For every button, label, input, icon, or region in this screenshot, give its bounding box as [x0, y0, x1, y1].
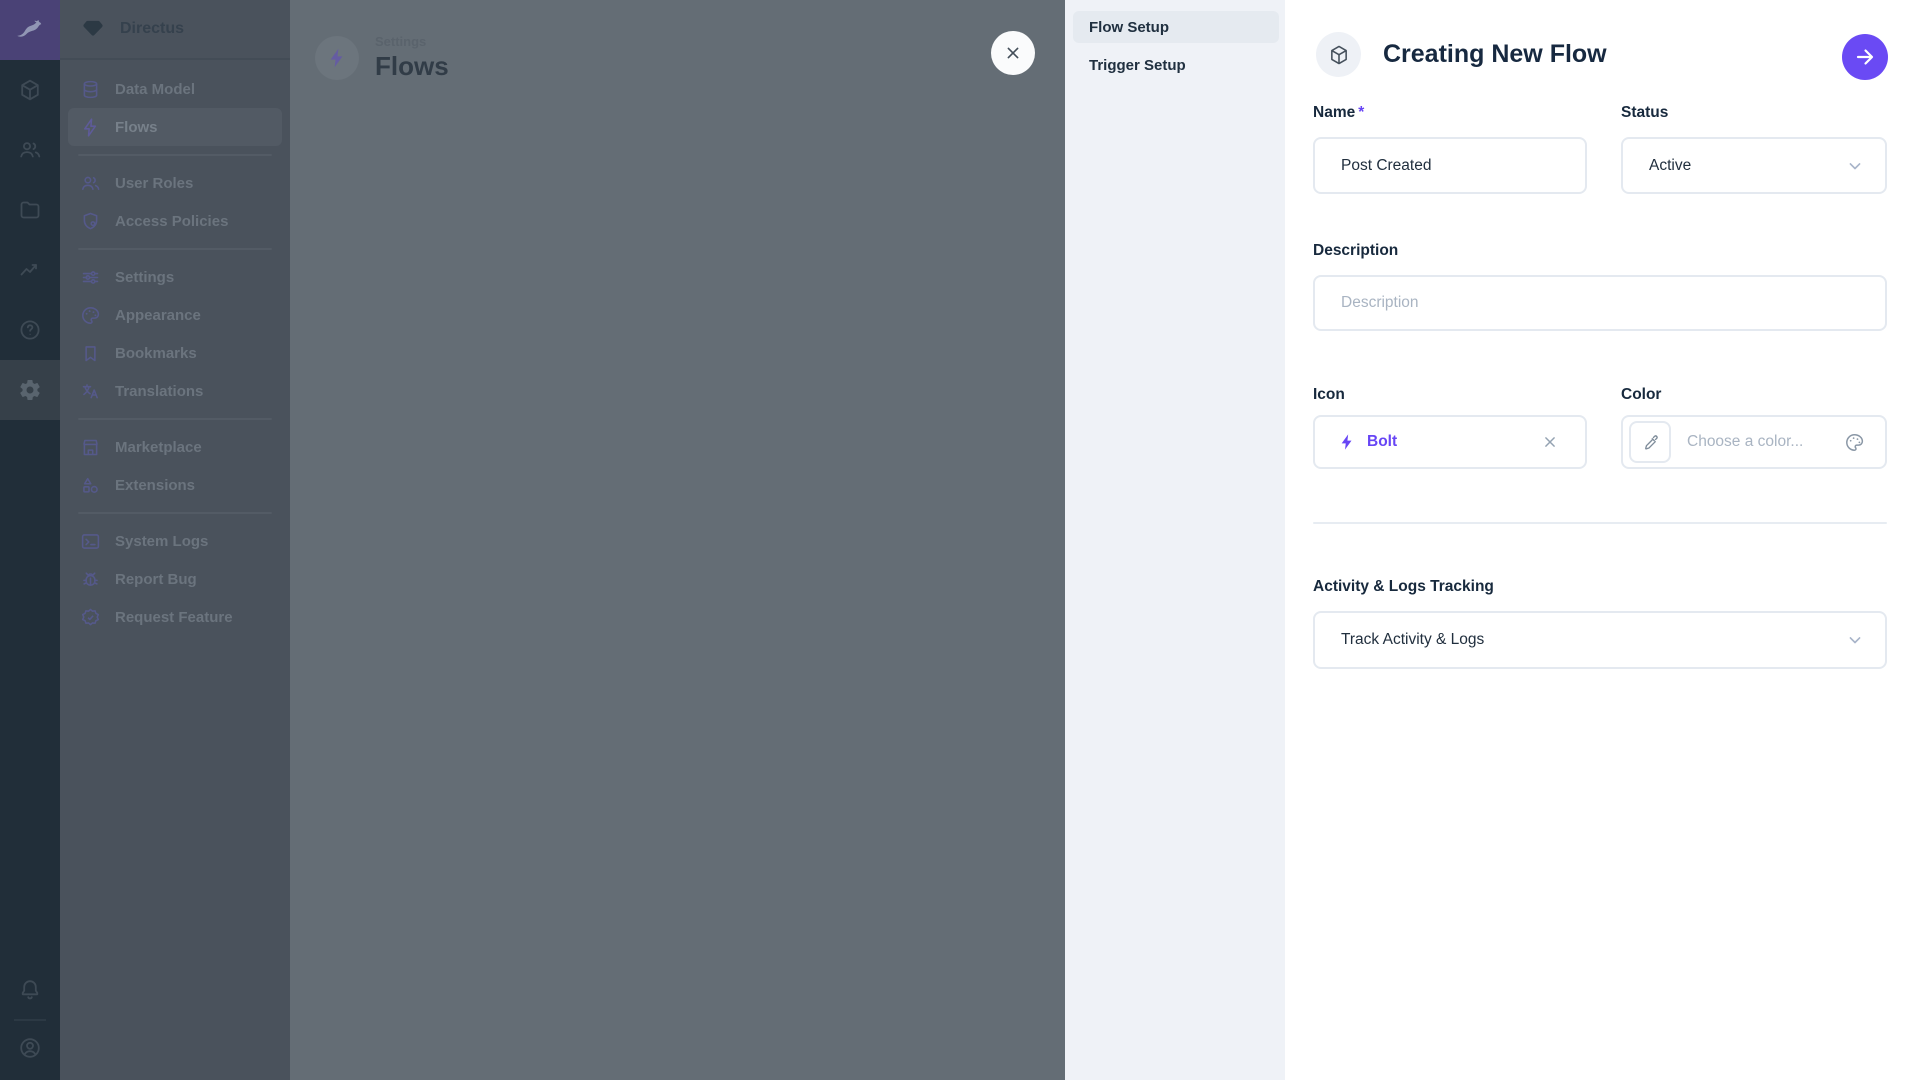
- icon-label: Icon: [1313, 386, 1587, 408]
- sidebar-item-marketplace[interactable]: Marketplace: [68, 428, 282, 466]
- directus-rabbit-logo-icon[interactable]: [0, 0, 60, 60]
- description-label: Description: [1313, 242, 1887, 264]
- sidebar-item-label: Request Feature: [115, 609, 233, 626]
- sidebar-item-label: Bookmarks: [115, 345, 197, 362]
- shapes-icon: [80, 475, 101, 496]
- nav-sidebar: Directus Data Model Flows User Roles Acc…: [60, 0, 290, 1080]
- terminal-icon: [80, 531, 101, 552]
- palette-icon[interactable]: [1844, 432, 1865, 453]
- chevron-down-icon: [1845, 630, 1865, 650]
- insights-icon[interactable]: [6, 246, 54, 294]
- translate-icon: [80, 381, 101, 402]
- sidebar-item-label: Appearance: [115, 307, 201, 324]
- sidebar-item-label: Marketplace: [115, 439, 202, 456]
- icon-value: Bolt: [1367, 433, 1397, 451]
- tracking-value: Track Activity & Logs: [1341, 631, 1484, 649]
- status-value: Active: [1649, 157, 1691, 175]
- breadcrumb[interactable]: Settings: [375, 34, 449, 49]
- sidebar-item-bookmarks[interactable]: Bookmarks: [68, 334, 282, 372]
- sidebar-item-label: Settings: [115, 269, 174, 286]
- help-icon[interactable]: [6, 306, 54, 354]
- status-select[interactable]: Active: [1621, 137, 1887, 194]
- sidebar-item-access-policies[interactable]: Access Policies: [68, 202, 282, 240]
- rail-divider: [14, 1019, 46, 1021]
- project-name: Directus: [120, 20, 184, 38]
- sidebar-item-flows[interactable]: Flows: [68, 108, 282, 146]
- tracking-label: Activity & Logs Tracking: [1313, 578, 1887, 600]
- shield-icon: [80, 211, 101, 232]
- sidebar-item-data-model[interactable]: Data Model: [68, 70, 282, 108]
- color-swatch-button[interactable]: [1629, 421, 1671, 463]
- page-title: Flows: [375, 51, 449, 82]
- sidebar-item-label: Report Bug: [115, 571, 197, 588]
- people-icon: [80, 173, 101, 194]
- page-header: Settings Flows: [315, 34, 449, 82]
- color-input[interactable]: Choose a color...: [1621, 415, 1887, 469]
- icon-select[interactable]: Bolt: [1313, 415, 1587, 469]
- color-label: Color: [1621, 386, 1887, 408]
- folder-icon[interactable]: [6, 186, 54, 234]
- sidebar-nav: Data Model Flows User Roles Access Polic…: [60, 60, 290, 636]
- description-input[interactable]: [1315, 277, 1885, 329]
- eyedropper-icon: [1641, 433, 1660, 452]
- flow-setup-form: Name* Status Active Description: [1313, 0, 1887, 669]
- sidebar-item-report-bug[interactable]: Report Bug: [68, 560, 282, 598]
- sidebar-item-label: Data Model: [115, 81, 195, 98]
- bookmark-icon: [80, 343, 101, 364]
- storefront-icon: [80, 437, 101, 458]
- sidebar-item-extensions[interactable]: Extensions: [68, 466, 282, 504]
- bolt-icon: [80, 117, 101, 138]
- bell-icon[interactable]: [6, 966, 54, 1014]
- sidebar-item-translations[interactable]: Translations: [68, 372, 282, 410]
- bug-icon: [80, 569, 101, 590]
- required-asterisk: *: [1358, 104, 1364, 121]
- sidebar-item-label: User Roles: [115, 175, 193, 192]
- chevron-down-icon: [1845, 156, 1865, 176]
- sidebar-divider: [78, 418, 272, 420]
- sidebar-item-system-logs[interactable]: System Logs: [68, 522, 282, 560]
- clear-icon[interactable]: [1541, 433, 1559, 451]
- sidebar-item-request-feature[interactable]: Request Feature: [68, 598, 282, 636]
- account-icon[interactable]: [6, 1024, 54, 1072]
- sidebar-item-label: System Logs: [115, 533, 208, 550]
- name-input[interactable]: [1315, 139, 1585, 192]
- settings-gear-icon[interactable]: [6, 366, 54, 414]
- color-placeholder: Choose a color...: [1687, 433, 1803, 451]
- status-label: Status: [1621, 104, 1887, 126]
- app-root: Directus Data Model Flows User Roles Acc…: [0, 0, 1920, 1080]
- drawer-nav-label: Trigger Setup: [1089, 57, 1186, 74]
- verified-icon: [80, 607, 101, 628]
- bolt-icon: [1337, 432, 1357, 452]
- people-icon[interactable]: [6, 126, 54, 174]
- drawer-nav-item-trigger-setup[interactable]: Trigger Setup: [1073, 49, 1279, 81]
- project-header[interactable]: Directus: [60, 0, 290, 60]
- sidebar-divider: [78, 512, 272, 514]
- sidebar-item-label: Translations: [115, 383, 203, 400]
- drawer-nav-item-flow-setup[interactable]: Flow Setup: [1073, 11, 1279, 43]
- tune-icon: [80, 267, 101, 288]
- sidebar-item-label: Flows: [115, 119, 158, 136]
- sidebar-item-appearance[interactable]: Appearance: [68, 296, 282, 334]
- drawer-panel: Creating New Flow Name* Status Active: [1285, 0, 1920, 1080]
- module-bar: [0, 0, 60, 1080]
- sidebar-item-label: Extensions: [115, 477, 195, 494]
- close-icon: [1003, 43, 1023, 63]
- sidebar-item-settings[interactable]: Settings: [68, 258, 282, 296]
- sidebar-item-label: Access Policies: [115, 213, 228, 230]
- sidebar-divider: [78, 248, 272, 250]
- page-icon-circle: [315, 36, 359, 80]
- close-drawer-button[interactable]: [991, 31, 1035, 75]
- tracking-select[interactable]: Track Activity & Logs: [1313, 611, 1887, 669]
- database-icon: [80, 79, 101, 100]
- sidebar-item-user-roles[interactable]: User Roles: [68, 164, 282, 202]
- project-gem-icon: [80, 16, 106, 42]
- drawer-nav-label: Flow Setup: [1089, 19, 1169, 36]
- bolt-icon: [325, 46, 349, 70]
- section-divider: [1313, 522, 1887, 524]
- palette-icon: [80, 305, 101, 326]
- name-label: Name*: [1313, 104, 1587, 126]
- drawer-nav: Flow Setup Trigger Setup: [1065, 0, 1285, 1080]
- box-icon[interactable]: [6, 66, 54, 114]
- sidebar-divider: [78, 154, 272, 156]
